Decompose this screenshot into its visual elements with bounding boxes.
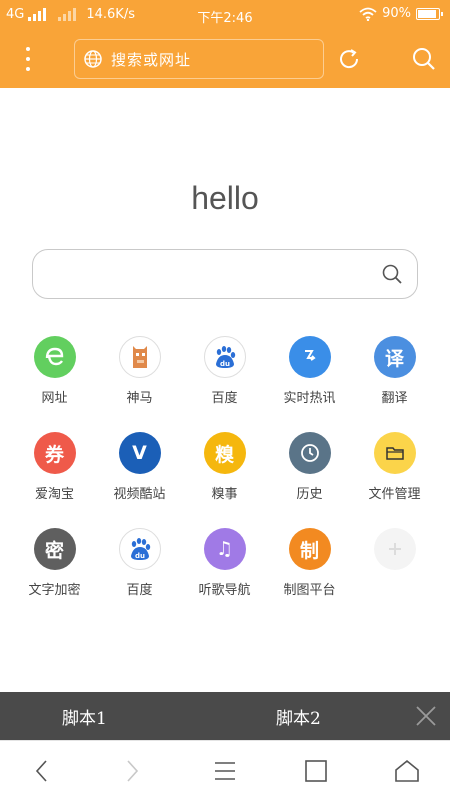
shortcut-item[interactable]: 制制图平台	[267, 528, 352, 598]
bottom-nav	[0, 740, 450, 800]
shortcut-label: 百度	[211, 391, 238, 406]
hot-news-icon	[288, 336, 331, 378]
shortcut-item[interactable]: 译翻译	[352, 336, 437, 406]
shortcut-label: 糗事	[211, 487, 238, 502]
shortcut-item[interactable]: V 视频酷站	[97, 432, 182, 502]
shortcut-label: 网址	[41, 391, 68, 406]
menu-icon[interactable]	[209, 755, 241, 787]
music-icon: ♫	[203, 528, 246, 570]
shortcut-label: 历史	[296, 487, 323, 502]
address-placeholder: 搜索或网址	[111, 50, 192, 69]
shortcut-item[interactable]: 历史	[267, 432, 352, 502]
search-icon[interactable]	[410, 45, 438, 73]
refresh-icon[interactable]	[335, 45, 363, 73]
tabs-icon[interactable]	[300, 755, 332, 787]
shortcut-label: 实时热讯	[283, 391, 336, 406]
status-right: 90%	[359, 6, 443, 21]
add-icon	[373, 528, 416, 570]
qiushi-icon: 糗	[203, 432, 246, 474]
translate-icon: 译	[373, 336, 416, 378]
shortcut-label: 翻译	[381, 391, 408, 406]
page-title: hello	[191, 180, 259, 216]
forward-icon[interactable]	[116, 755, 148, 787]
shortcut-item[interactable]: 神马	[97, 336, 182, 406]
shortcut-label: 文字加密	[28, 583, 81, 598]
shortcut-item[interactable]: 网址	[12, 336, 97, 406]
shortcut-label: 百度	[126, 583, 153, 598]
script-2-button[interactable]: 脚本2	[276, 704, 321, 729]
browser-toolbar: 搜索或网址	[0, 30, 450, 88]
shortcut-item[interactable]: 券爱淘宝	[12, 432, 97, 502]
shortcut-label: 文件管理	[368, 487, 421, 502]
shortcut-item[interactable]: 实时热讯	[267, 336, 352, 406]
wifi-icon	[359, 7, 377, 21]
menu-icon[interactable]	[20, 44, 36, 74]
video-icon: V	[118, 432, 161, 474]
shortcut-item[interactable]: ♫ 听歌导航	[182, 528, 267, 598]
shortcut-item[interactable]: 文件管理	[352, 432, 437, 502]
svg-text:du: du	[220, 360, 230, 368]
search-input[interactable]	[32, 249, 418, 299]
globe-icon	[84, 50, 102, 68]
baidu-icon: du	[203, 336, 246, 378]
encrypt-icon: 密	[33, 528, 76, 570]
search-box-icon[interactable]	[381, 263, 403, 285]
script-bar: 脚本1 脚本2	[0, 692, 450, 740]
shortcut-item[interactable]: 密文字加密	[12, 528, 97, 598]
svg-text:du: du	[135, 552, 145, 560]
shortcut-label: 制图平台	[283, 583, 336, 598]
shortcut-item[interactable]: du 百度	[182, 336, 267, 406]
baidu-icon: du	[118, 528, 161, 570]
script-1-button[interactable]: 脚本1	[62, 704, 107, 729]
shortcut-label: 爱淘宝	[34, 487, 74, 502]
address-bar[interactable]: 搜索或网址	[74, 39, 324, 79]
shortcut-label: 听歌导航	[198, 583, 251, 598]
web-icon	[33, 336, 76, 378]
status-bar: 4G 14.6K/s 下午2:46 90%	[0, 0, 450, 30]
back-icon[interactable]	[26, 755, 58, 787]
battery-percent: 90%	[382, 6, 411, 21]
shortcut-item[interactable]	[352, 528, 437, 579]
shortcut-item[interactable]: du 百度	[97, 528, 182, 598]
close-icon[interactable]	[414, 704, 438, 728]
drawing-icon: 制	[288, 528, 331, 570]
shenma-icon	[118, 336, 161, 378]
battery-icon	[416, 7, 443, 20]
home-icon[interactable]	[391, 755, 423, 787]
folder-icon	[373, 432, 416, 474]
history-icon	[288, 432, 331, 474]
shortcut-item[interactable]: 糗糗事	[182, 432, 267, 502]
shortcut-label: 视频酷站	[113, 487, 166, 502]
taobao-icon: 券	[33, 432, 76, 474]
shortcut-label: 神马	[126, 391, 153, 406]
